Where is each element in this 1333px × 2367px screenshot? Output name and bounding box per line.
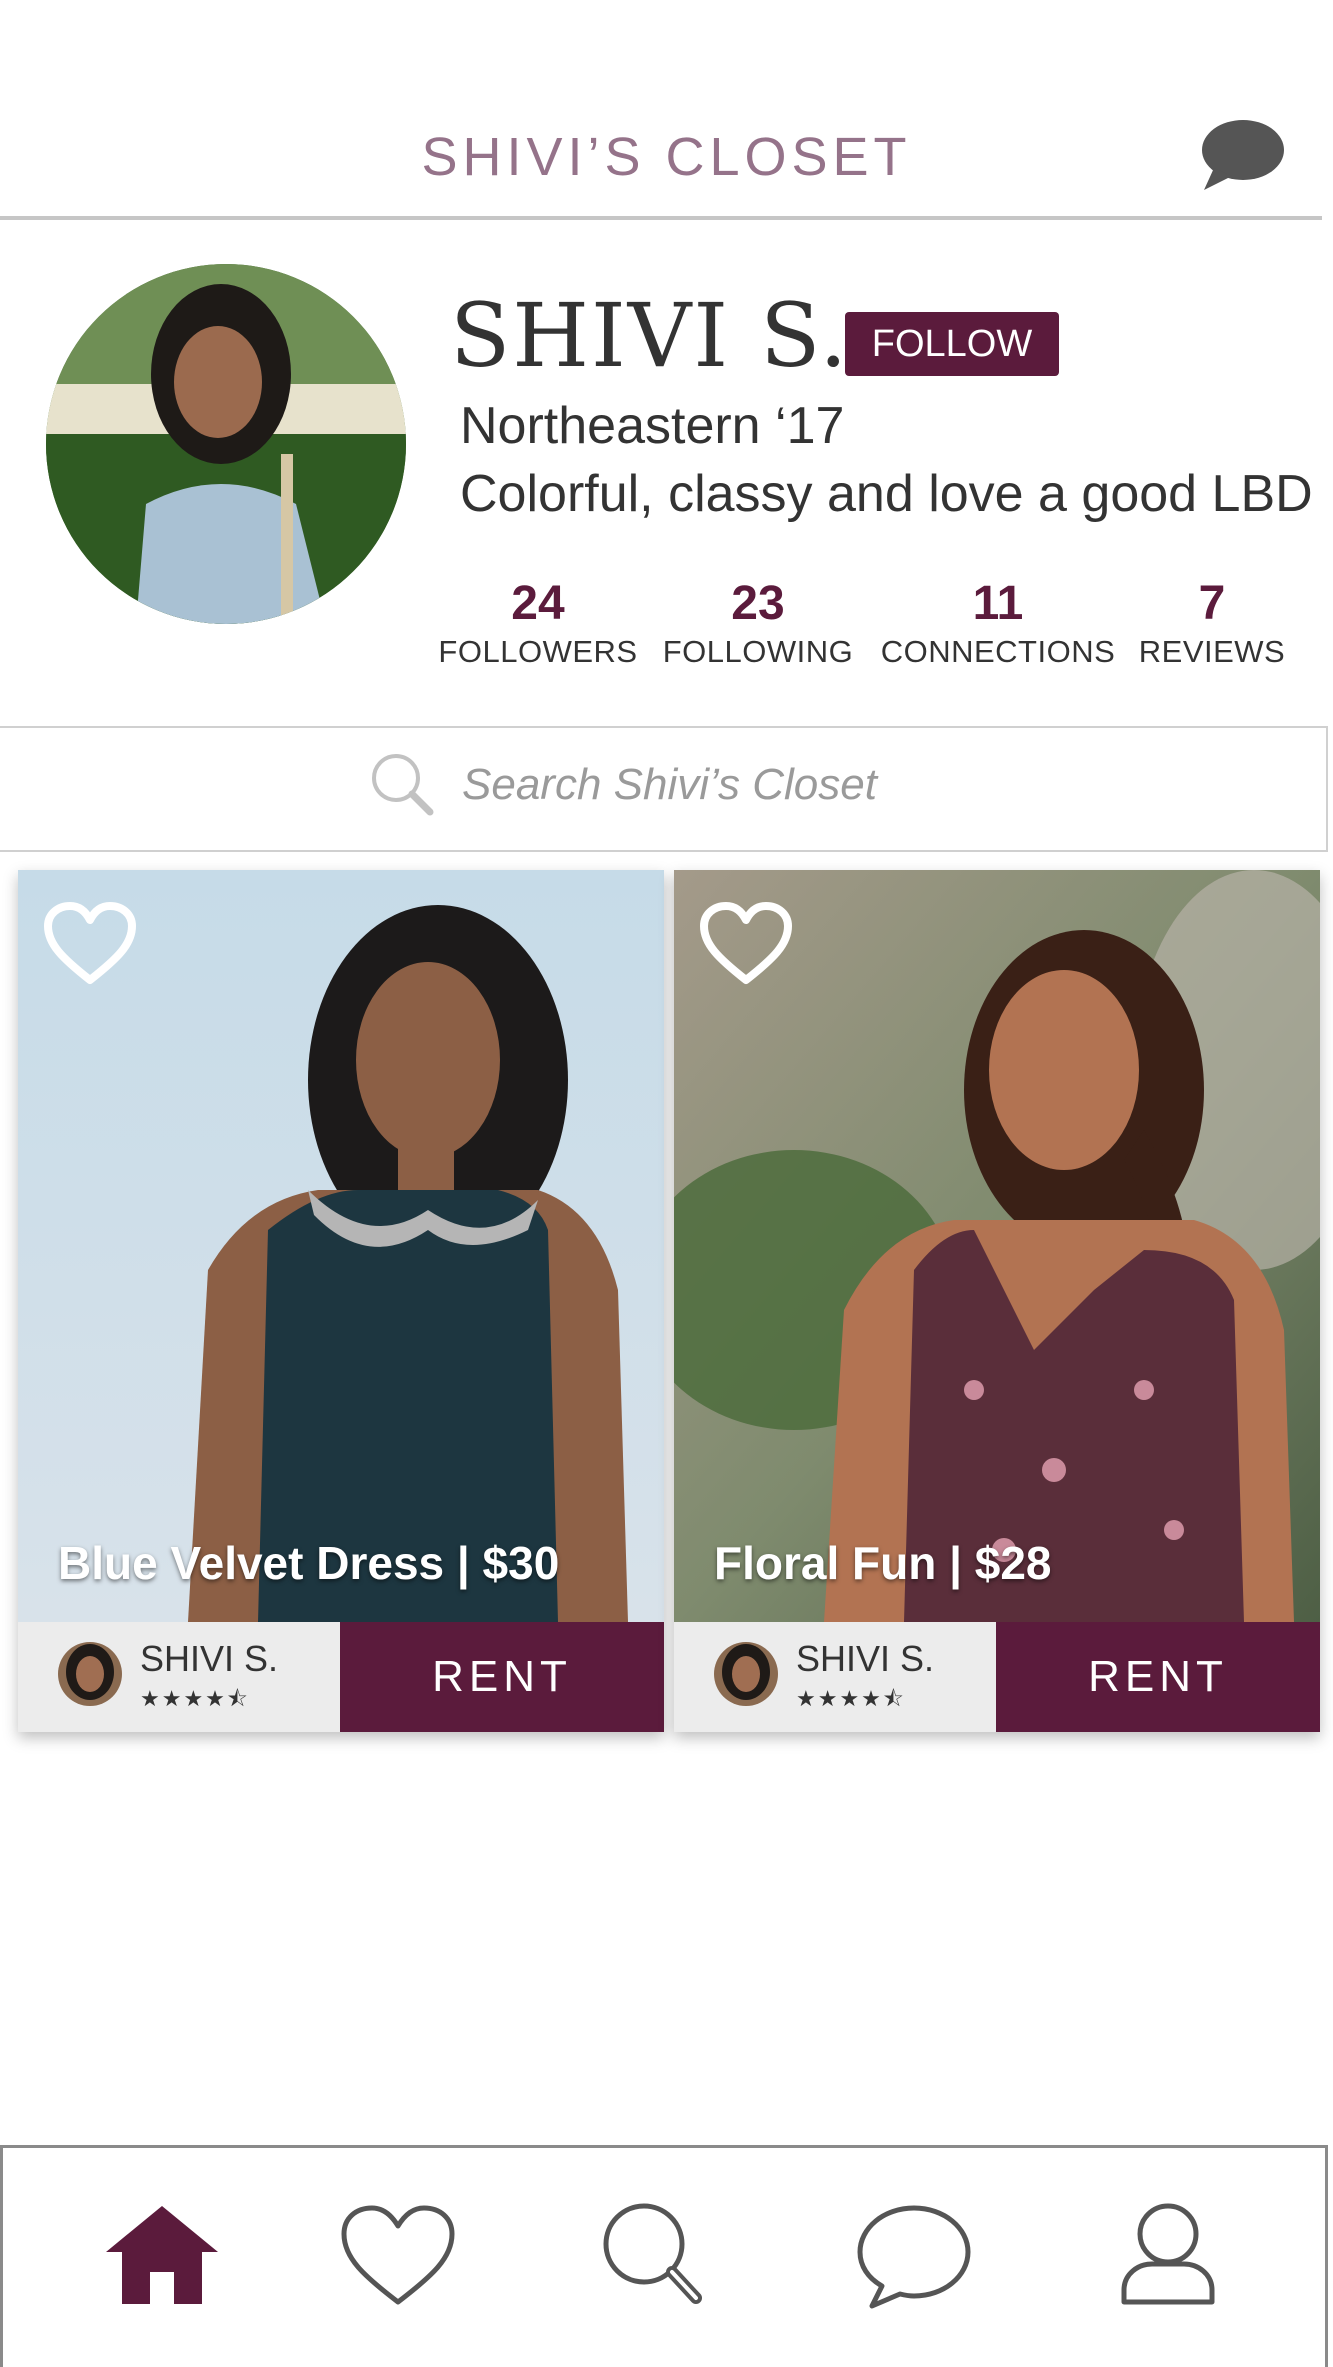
header-divider — [0, 216, 1322, 220]
page-title: SHIVI’S CLOSET — [421, 127, 912, 187]
stat-value: 7 — [1198, 577, 1226, 630]
follow-button[interactable]: FOLLOW — [845, 312, 1059, 376]
search-icon — [372, 754, 434, 816]
listing-title: Blue Velvet Dress | $30 — [58, 1537, 560, 1589]
stat-value: 23 — [731, 577, 785, 630]
stat-connections[interactable]: 11 CONNECTIONS — [880, 574, 1116, 670]
listing-card[interactable]: Floral Fun | $28 SHIVI S. ★★★★⯪ RENT — [674, 870, 1320, 1732]
chat-bubble-icon[interactable] — [1196, 116, 1286, 194]
stat-label: FOLLOWERS — [438, 634, 638, 669]
stat-label: CONNECTIONS — [880, 634, 1116, 669]
rent-button[interactable]: RENT — [340, 1622, 664, 1732]
stat-value: 24 — [511, 577, 565, 630]
stat-value: 11 — [972, 577, 1024, 630]
rent-button[interactable]: RENT — [996, 1622, 1320, 1732]
heart-icon[interactable] — [338, 2200, 458, 2310]
profile-school: Northeastern ‘17 — [460, 397, 845, 455]
profile-name: SHIVI S. — [450, 284, 850, 387]
stat-following[interactable]: 23 FOLLOWING — [660, 574, 856, 670]
listing-title: Floral Fun | $28 — [714, 1537, 1052, 1589]
chat-icon[interactable] — [854, 2200, 974, 2310]
search-placeholder: Search Shivi’s Closet — [462, 760, 877, 809]
stat-label: REVIEWS — [1138, 634, 1286, 669]
seller-name: SHIVI S. — [796, 1638, 935, 1679]
app-header: SHIVI’S CLOSET — [0, 0, 1333, 222]
seller-rating-stars: ★★★★⯪ — [140, 1686, 250, 1711]
seller-avatar[interactable] — [714, 1642, 778, 1706]
listing-card[interactable]: Blue Velvet Dress | $30 SHIVI S. ★★★★⯪ R… — [18, 870, 664, 1732]
profile-avatar[interactable] — [46, 264, 406, 624]
seller-rating-stars: ★★★★⯪ — [796, 1686, 906, 1711]
favorite-heart-icon[interactable] — [42, 900, 138, 986]
home-icon[interactable] — [102, 2200, 222, 2310]
stat-followers[interactable]: 24 FOLLOWERS — [438, 574, 638, 670]
seller-avatar[interactable] — [58, 1642, 122, 1706]
stat-label: FOLLOWING — [662, 634, 854, 669]
search-icon[interactable] — [596, 2200, 716, 2310]
profile-bio: Colorful, classy and love a good LBD — [460, 465, 1313, 523]
seller-name: SHIVI S. — [140, 1638, 279, 1679]
favorite-heart-icon[interactable] — [698, 900, 794, 986]
profile-icon[interactable] — [1108, 2200, 1228, 2310]
stat-reviews[interactable]: 7 REVIEWS — [1130, 574, 1294, 670]
